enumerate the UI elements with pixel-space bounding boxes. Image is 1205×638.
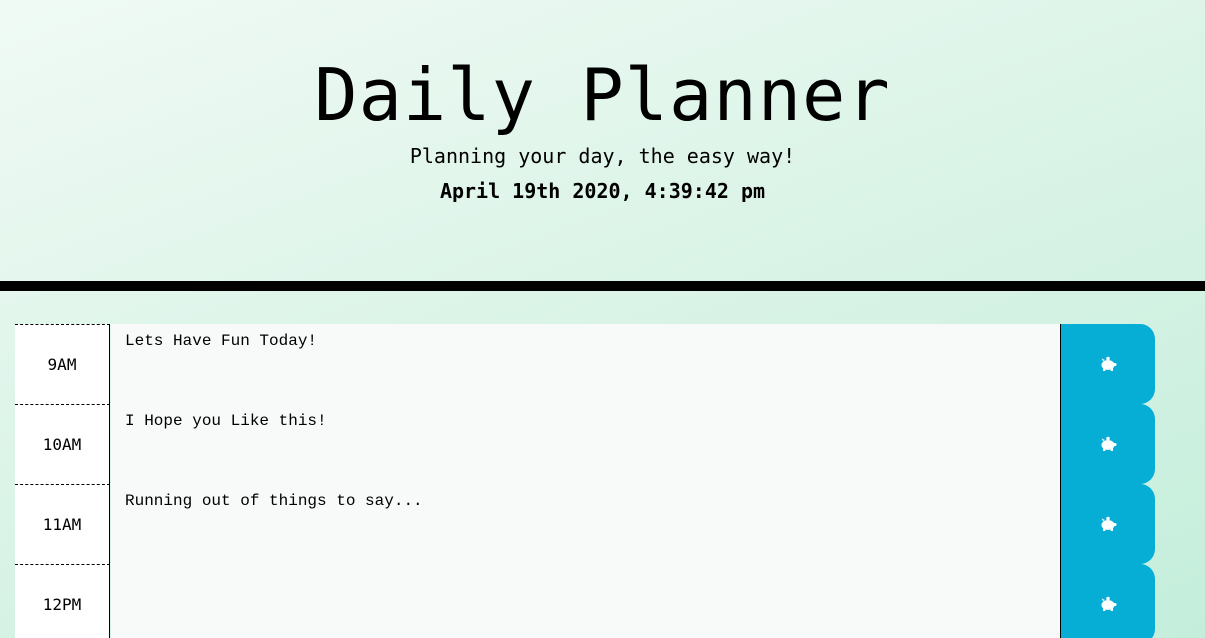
save-button[interactable] — [1060, 324, 1155, 404]
hour-label: 12PM — [15, 564, 110, 638]
save-button[interactable] — [1060, 564, 1155, 638]
page-subtitle: Planning your day, the easy way! — [409, 144, 796, 168]
header-divider — [0, 281, 1205, 291]
description-input[interactable] — [111, 564, 1060, 638]
current-day: April 19th 2020, 4:39:42 pm — [439, 179, 766, 203]
save-button[interactable] — [1060, 484, 1155, 564]
time-block: 9AM Lets Have Fun Today! — [15, 324, 1155, 404]
piggy-bank-icon — [1101, 356, 1117, 371]
time-block: 10AM I Hope you Like this! — [15, 404, 1155, 484]
time-block-list: 9AM Lets Have Fun Today! 10AM I Hope you… — [15, 324, 1155, 638]
description-input[interactable]: I Hope you Like this! — [111, 404, 1060, 484]
description-input[interactable]: Lets Have Fun Today! — [111, 324, 1060, 404]
page-title: Daily Planner — [314, 53, 891, 137]
save-button[interactable] — [1060, 404, 1155, 484]
piggy-bank-icon — [1101, 596, 1117, 611]
header: Daily Planner Planning your day, the eas… — [0, 0, 1205, 281]
hour-label: 11AM — [15, 484, 110, 564]
piggy-bank-icon — [1101, 516, 1117, 531]
hour-label: 10AM — [15, 404, 110, 484]
time-block: 12PM — [15, 564, 1155, 638]
piggy-bank-icon — [1101, 436, 1117, 451]
time-block: 11AM Running out of things to say... — [15, 484, 1155, 564]
description-input[interactable]: Running out of things to say... — [111, 484, 1060, 564]
hour-label: 9AM — [15, 324, 110, 404]
